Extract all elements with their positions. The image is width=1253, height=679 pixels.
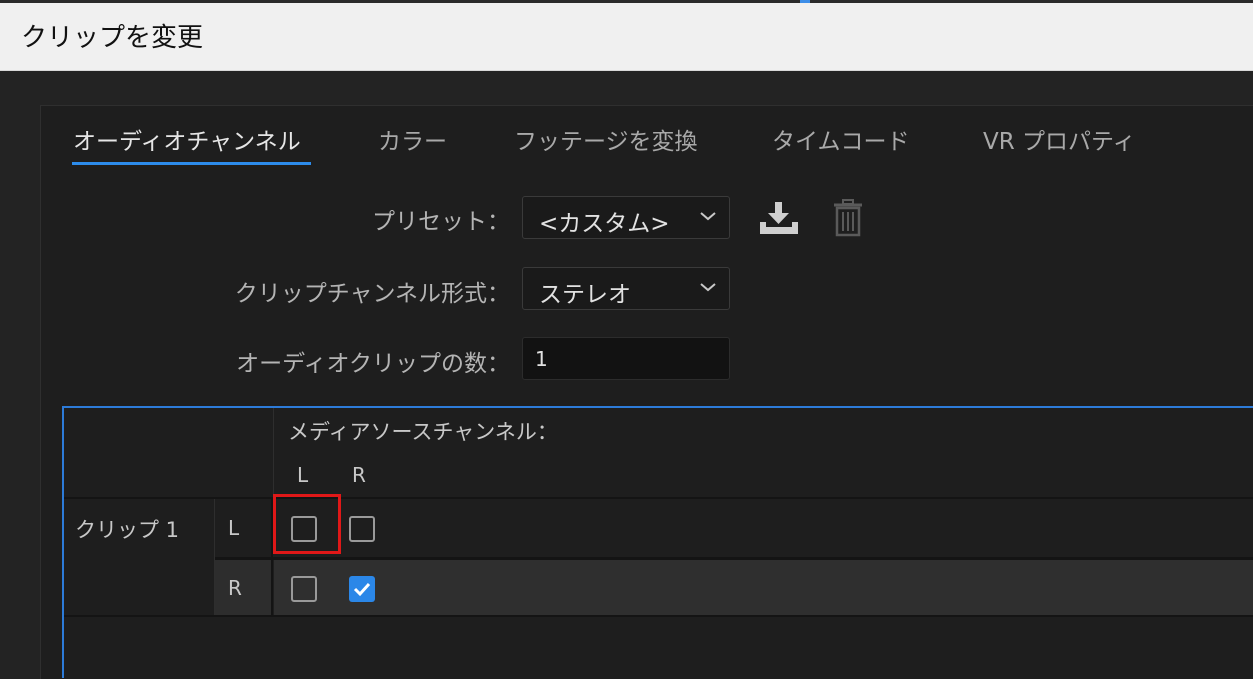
highlight-box xyxy=(273,494,341,554)
checkmark-icon xyxy=(353,582,371,597)
download-tray-icon[interactable] xyxy=(758,200,800,236)
tab-timecode[interactable]: タイムコード xyxy=(772,122,910,156)
preset-value: <カスタム> xyxy=(539,211,670,237)
channel-cell-r xyxy=(215,560,273,615)
top-edge xyxy=(0,0,1253,3)
grid-bottom-divider xyxy=(64,615,1253,617)
preset-dropdown[interactable]: <カスタム> xyxy=(522,196,730,239)
top-edge-marker xyxy=(800,0,810,3)
column-header-l: L xyxy=(297,463,309,487)
chevron-down-icon xyxy=(700,283,716,292)
clip-name: クリップ 1 xyxy=(75,518,180,542)
clip-channel-format-label: クリップチャンネル形式： xyxy=(234,281,510,307)
column-header-r: R xyxy=(352,463,366,487)
active-tab-underline xyxy=(72,162,311,165)
preset-label: プリセット： xyxy=(372,209,510,235)
audio-clip-count-value: 1 xyxy=(535,347,548,371)
audio-clip-count-input[interactable]: 1 xyxy=(522,337,730,380)
grid-header-corner xyxy=(64,408,274,497)
checkbox-r-to-l[interactable] xyxy=(291,576,317,602)
tab-interpret-footage[interactable]: フッテージを変換 xyxy=(514,122,698,156)
media-source-channel-label: メディアソースチャンネル： xyxy=(288,420,558,444)
channel-cell-l xyxy=(215,499,273,557)
trash-icon[interactable] xyxy=(832,199,864,237)
checkbox-l-to-r[interactable] xyxy=(349,516,375,542)
chevron-down-icon xyxy=(700,212,716,221)
tab-vr-properties[interactable]: VR プロパティ xyxy=(983,122,1136,156)
table-row xyxy=(274,499,1253,557)
tab-color[interactable]: カラー xyxy=(378,122,447,156)
channel-label-r: R xyxy=(228,576,242,600)
checkbox-r-to-r[interactable] xyxy=(349,576,375,602)
table-row xyxy=(274,560,1253,615)
window-title: クリップを変更 xyxy=(21,23,204,53)
clip-channel-format-dropdown[interactable]: ステレオ xyxy=(522,267,730,310)
audio-clip-count-label: オーディオクリップの数： xyxy=(236,351,510,377)
channel-label-l: L xyxy=(228,516,240,540)
tab-audio-channels[interactable]: オーディオチャンネル xyxy=(73,122,301,156)
title-bar: クリップを変更 xyxy=(0,0,1253,71)
clip-channel-format-value: ステレオ xyxy=(539,282,631,308)
